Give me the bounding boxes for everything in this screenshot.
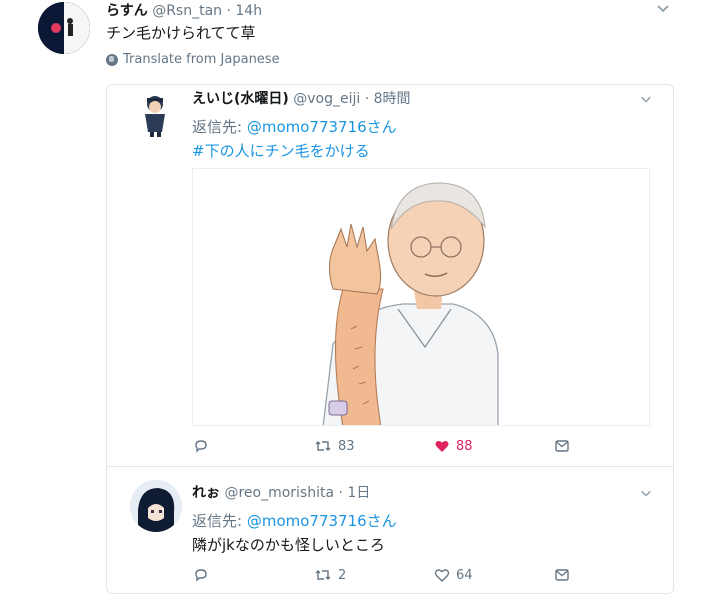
retweet-count: 83 <box>338 438 355 454</box>
tweet-photo[interactable] <box>192 168 650 426</box>
like-button[interactable]: 64 <box>434 567 473 583</box>
retweet-button[interactable]: 83 <box>314 438 355 454</box>
tweet-header: らすん @Rsn_tan · 14h <box>106 0 262 20</box>
hashtag-link[interactable]: #下の人にチン毛をかける <box>192 140 370 161</box>
direct-message-button[interactable] <box>554 438 570 454</box>
reply-icon <box>195 440 207 453</box>
retweet-icon <box>315 570 331 580</box>
message-icon <box>555 440 569 452</box>
avatar[interactable] <box>130 480 182 532</box>
reply-label: 返信先: <box>192 512 247 530</box>
user-handle[interactable]: @reo_morishita <box>224 485 334 501</box>
like-count: 64 <box>456 567 473 583</box>
timestamp[interactable]: · 14h <box>226 3 262 19</box>
tweet-text: 隣がjkなのかも怪しいところ <box>192 536 385 554</box>
timestamp[interactable]: · 8時間 <box>365 91 411 107</box>
avatar[interactable] <box>132 92 178 138</box>
retweet-icon <box>315 441 331 451</box>
mention-link[interactable]: @momo773716さん <box>247 512 397 530</box>
reply-button[interactable] <box>193 567 209 583</box>
display-name[interactable]: らすん <box>106 3 148 19</box>
tweet-header: れぉ @reo_morishita · 1日 <box>192 482 370 502</box>
like-button[interactable]: 88 <box>434 438 473 454</box>
tweet-text: チン毛かけられてて草 <box>106 24 256 42</box>
display-name[interactable]: えいじ(水曜日) <box>192 91 289 107</box>
reply-context: 返信先: @momo773716さん <box>192 116 397 137</box>
heart-icon <box>435 440 449 452</box>
message-icon <box>555 569 569 581</box>
user-handle[interactable]: @Rsn_tan <box>152 3 222 19</box>
reply-label: 返信先: <box>192 118 247 136</box>
divider <box>106 466 674 467</box>
retweet-count: 2 <box>338 567 347 583</box>
chevron-down-icon[interactable] <box>656 0 670 19</box>
translate-label: Translate from Japanese <box>123 52 280 67</box>
tweet-header: えいじ(水曜日) @vog_eiji · 8時間 <box>192 88 411 108</box>
reply-button[interactable] <box>193 438 209 454</box>
display-name[interactable]: れぉ <box>192 485 220 501</box>
chevron-down-icon[interactable] <box>640 90 652 109</box>
mention-link[interactable]: @momo773716さん <box>247 118 397 136</box>
heart-icon <box>434 569 450 582</box>
chevron-down-icon[interactable] <box>640 484 652 503</box>
avatar[interactable] <box>38 2 90 54</box>
globe-icon <box>106 53 118 66</box>
retweet-button[interactable]: 2 <box>314 567 346 583</box>
user-handle[interactable]: @vog_eiji <box>293 91 360 107</box>
reply-context: 返信先: @momo773716さん <box>192 510 397 531</box>
direct-message-button[interactable] <box>554 567 570 583</box>
reply-icon <box>195 569 207 582</box>
translate-link[interactable]: Translate from Japanese <box>106 52 280 67</box>
timestamp[interactable]: · 1日 <box>339 485 371 501</box>
like-count: 88 <box>456 438 473 454</box>
